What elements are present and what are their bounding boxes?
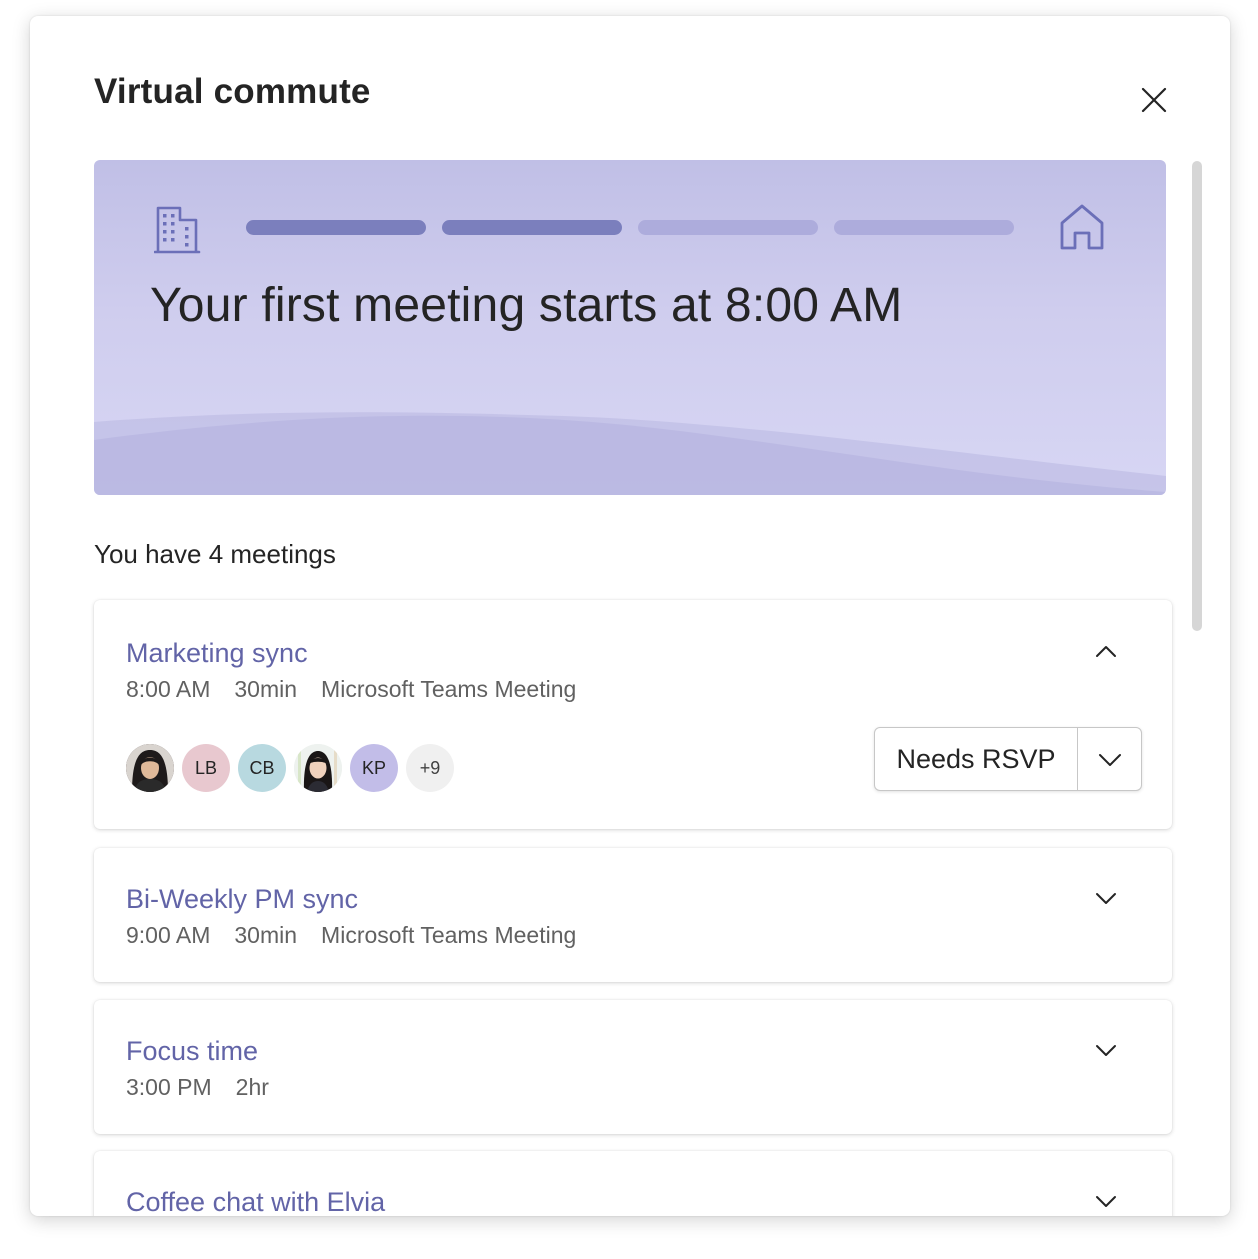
more-attendees-count: +9 xyxy=(419,757,441,778)
meeting-title[interactable]: Coffee chat with Elvia xyxy=(126,1187,385,1216)
meeting-card[interactable]: Focus time 3:00 PM 2hr xyxy=(94,1000,1172,1134)
meeting-details: 8:00 AM 30min Microsoft Teams Meeting xyxy=(126,676,576,703)
scrollbar-thumb[interactable] xyxy=(1192,161,1202,631)
attendee-photo-icon xyxy=(294,744,342,792)
meeting-location: Microsoft Teams Meeting xyxy=(321,676,577,702)
close-button[interactable] xyxy=(1134,80,1174,120)
chevron-down-icon[interactable] xyxy=(1090,882,1122,914)
meeting-time: 9:00 AM xyxy=(126,922,211,948)
chevron-down-icon[interactable] xyxy=(1090,1185,1122,1216)
close-icon xyxy=(1141,87,1167,113)
avatar[interactable]: CB xyxy=(238,744,286,792)
meeting-time: 8:00 AM xyxy=(126,676,211,702)
meeting-duration: 30min xyxy=(234,922,298,948)
avatar[interactable] xyxy=(126,744,174,792)
avatar[interactable]: LB xyxy=(182,744,230,792)
attendee-photo-icon xyxy=(126,744,174,792)
chevron-up-icon[interactable] xyxy=(1090,636,1122,668)
avatar-initials: KP xyxy=(361,757,386,778)
more-attendees-badge[interactable]: +9 xyxy=(406,744,454,792)
progress-segment-filled xyxy=(246,220,426,235)
chevron-down-icon xyxy=(1098,754,1121,766)
meeting-title[interactable]: Focus time xyxy=(126,1036,258,1067)
virtual-commute-dialog: Virtual commute Your first meeting start… xyxy=(30,16,1230,1216)
meeting-card[interactable]: Marketing sync 8:00 AM 30min Microsoft T… xyxy=(94,600,1172,829)
rsvp-button[interactable]: Needs RSVP xyxy=(875,728,1078,790)
meeting-duration: 2hr xyxy=(235,1074,269,1100)
commute-progress-bar xyxy=(246,220,1014,235)
meetings-count-heading: You have 4 meetings xyxy=(94,539,336,569)
chevron-down-icon[interactable] xyxy=(1090,1034,1122,1066)
meeting-details: 3:00 PM 2hr xyxy=(126,1074,269,1101)
building-icon xyxy=(154,206,201,254)
home-icon xyxy=(1060,204,1104,250)
meeting-title[interactable]: Marketing sync xyxy=(126,638,308,669)
meeting-location: Microsoft Teams Meeting xyxy=(321,922,577,948)
meeting-title[interactable]: Bi-Weekly PM sync xyxy=(126,884,358,915)
dialog-title: Virtual commute xyxy=(94,72,371,111)
progress-segment-empty xyxy=(834,220,1014,235)
meeting-card[interactable]: Bi-Weekly PM sync 9:00 AM 30min Microsof… xyxy=(94,848,1172,982)
rsvp-dropdown-button[interactable] xyxy=(1078,728,1141,790)
commute-banner: Your first meeting starts at 8:00 AM xyxy=(94,160,1166,495)
meeting-time: 3:00 PM xyxy=(126,1074,212,1100)
rsvp-split-button[interactable]: Needs RSVP xyxy=(874,727,1142,791)
first-meeting-message: Your first meeting starts at 8:00 AM xyxy=(150,279,903,332)
meeting-duration: 30min xyxy=(234,676,298,702)
avatar-initials: CB xyxy=(249,757,275,778)
meeting-card[interactable]: Coffee chat with Elvia xyxy=(94,1151,1172,1216)
attendee-avatars: LB CB KP +9 xyxy=(126,744,454,792)
progress-segment-filled xyxy=(442,220,622,235)
avatar[interactable] xyxy=(294,744,342,792)
meeting-details: 9:00 AM 30min Microsoft Teams Meeting xyxy=(126,922,576,949)
avatar[interactable]: KP xyxy=(350,744,398,792)
progress-segment-empty xyxy=(638,220,818,235)
avatar-initials: LB xyxy=(194,757,218,778)
